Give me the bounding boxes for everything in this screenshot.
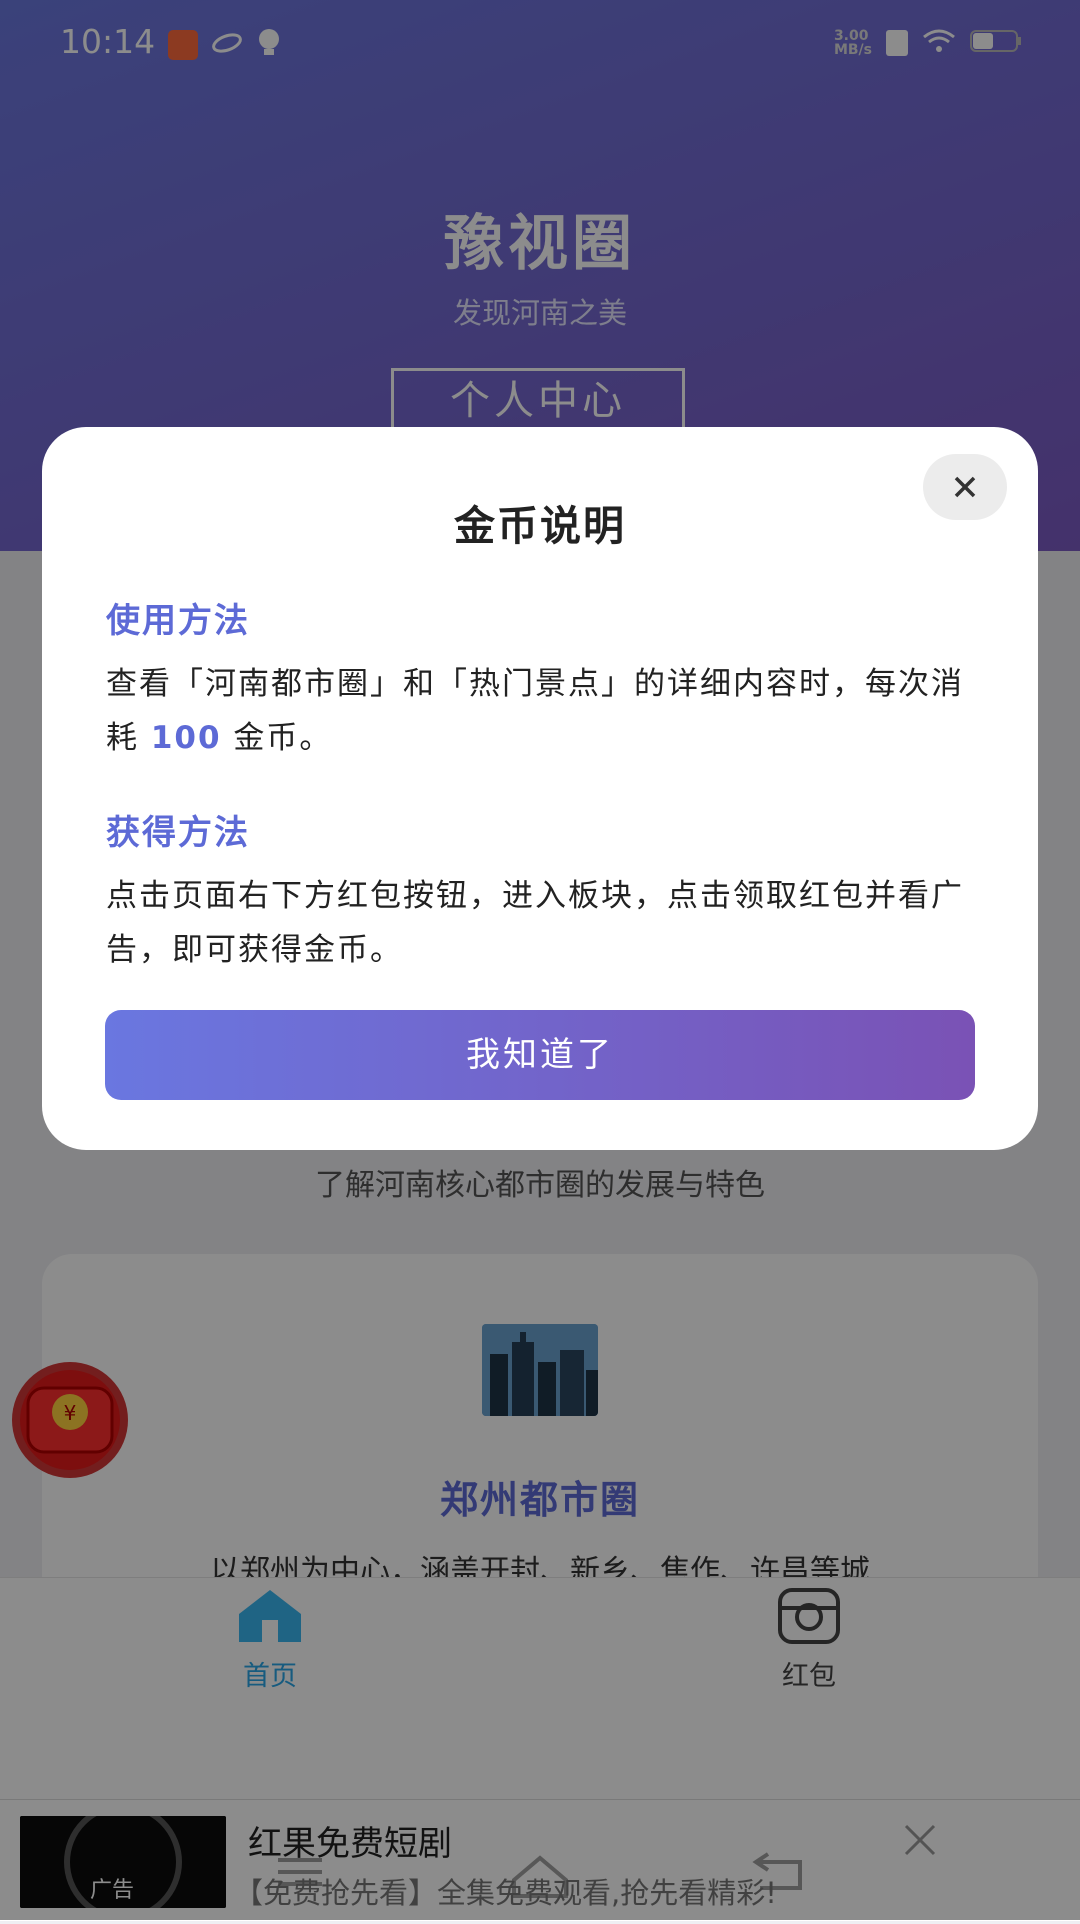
usage-heading: 使用方法 [106, 601, 250, 641]
earn-text: 点击页面右下方红包按钮，进入板块，点击领取红包并看广告，即可获得金币。 [106, 878, 964, 968]
got-it-button[interactable]: 我知道了 [105, 1010, 975, 1100]
earn-heading: 获得方法 [106, 813, 250, 853]
dialog-title: 金币说明 [454, 502, 626, 550]
usage-text: 查看「河南都市圈」和「热门景点」的详细内容时，每次消耗 100 金币。 [106, 657, 976, 765]
usage-cost: 100 [150, 720, 222, 756]
close-button[interactable] [923, 454, 1007, 520]
coin-info-dialog: 金币说明 使用方法 查看「河南都市圈」和「热门景点」的详细内容时，每次消耗 10… [42, 427, 1038, 1150]
usage-text-after: 金币。 [221, 720, 333, 756]
close-icon [954, 476, 976, 498]
